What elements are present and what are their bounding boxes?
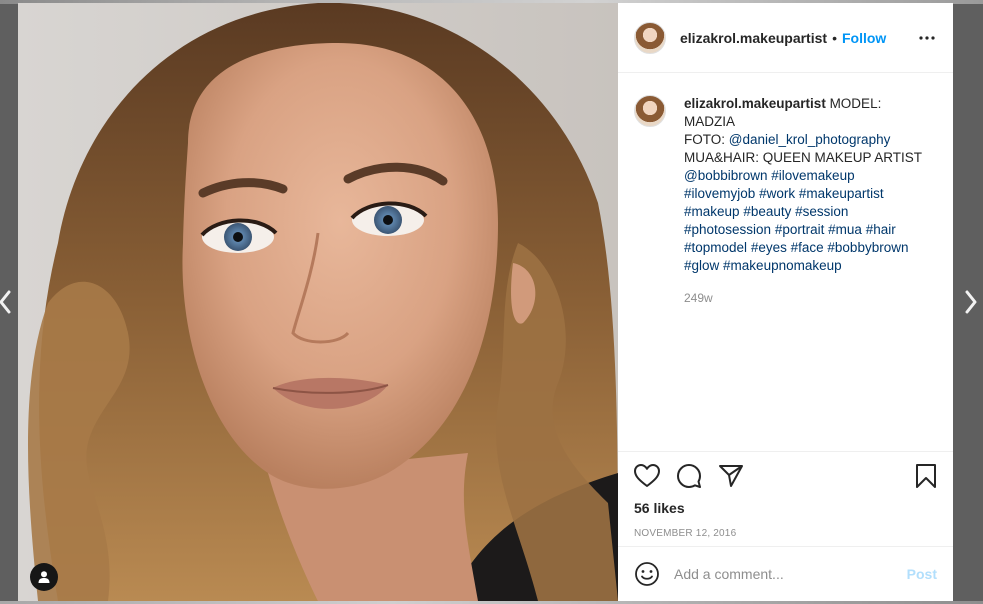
hashtag-link[interactable]: #glow xyxy=(684,258,719,273)
hashtag-link[interactable]: #photosession xyxy=(684,222,771,237)
hashtag-link[interactable]: #session xyxy=(795,204,848,219)
post-image[interactable] xyxy=(18,3,618,601)
hashtag-link[interactable]: #makeupnomakeup xyxy=(723,258,842,273)
caption-comment: elizakrol.makeupartist MODEL: MADZIA FOT… xyxy=(634,95,937,307)
next-post-arrow-icon[interactable] xyxy=(962,288,980,316)
hashtag-link[interactable]: #eyes xyxy=(751,240,787,255)
hashtag-link[interactable]: #ilovemyjob xyxy=(684,186,755,201)
more-horizontal-icon[interactable] xyxy=(917,26,937,50)
mua-line: MUA&HAIR: QUEEN MAKEUP ARTIST xyxy=(684,150,923,165)
hashtag-link[interactable]: #makeupartist xyxy=(799,186,884,201)
portrait-photo xyxy=(18,3,618,601)
foto-mention-link[interactable]: @daniel_krol_photography xyxy=(729,132,891,147)
post-comment-button[interactable]: Post xyxy=(907,566,937,582)
caption-username[interactable]: elizakrol.makeupartist xyxy=(684,96,826,111)
hashtag-link[interactable]: #topmodel xyxy=(684,240,747,255)
header-username[interactable]: elizakrol.makeupartist xyxy=(680,30,827,46)
post-header: elizakrol.makeupartist • Follow xyxy=(618,3,953,73)
previous-post-arrow-icon[interactable] xyxy=(0,288,14,316)
post-side-panel: elizakrol.makeupartist • Follow elizakro… xyxy=(618,3,953,601)
share-icon[interactable] xyxy=(718,464,744,488)
foto-label: FOTO: xyxy=(684,132,729,147)
hashtag-link[interactable]: #hair xyxy=(866,222,896,237)
hashtag-link[interactable]: #bobbybrown xyxy=(827,240,908,255)
hashtag-link[interactable]: #mua xyxy=(828,222,862,237)
emoji-icon[interactable] xyxy=(634,561,660,587)
hashtag-link[interactable]: #face xyxy=(791,240,824,255)
mention-link[interactable]: @bobbibrown xyxy=(684,168,768,183)
hashtag-link[interactable]: #beauty xyxy=(743,204,791,219)
hashtag-link[interactable]: #work xyxy=(759,186,795,201)
post-date[interactable]: NOVEMBER 12, 2016 xyxy=(634,528,937,539)
bookmark-icon[interactable] xyxy=(915,463,937,489)
caption-age[interactable]: 249w xyxy=(684,289,934,307)
post-actions: 56 likes NOVEMBER 12, 2016 xyxy=(618,451,953,546)
follow-button[interactable]: Follow xyxy=(842,30,886,46)
header-separator: • xyxy=(832,29,837,46)
caption-avatar[interactable] xyxy=(634,95,666,127)
heart-icon[interactable] xyxy=(634,464,660,488)
comment-input[interactable] xyxy=(674,566,907,582)
likes-count[interactable]: 56 likes xyxy=(634,500,937,516)
caption-area: elizakrol.makeupartist MODEL: MADZIA FOT… xyxy=(618,73,953,451)
hashtag-link[interactable]: #ilovemakeup xyxy=(771,168,854,183)
tagged-user-icon[interactable] xyxy=(30,563,58,591)
comment-bar: Post xyxy=(618,546,953,601)
action-icons xyxy=(634,462,937,490)
hashtag-link[interactable]: #makeup xyxy=(684,204,740,219)
caption-text: elizakrol.makeupartist MODEL: MADZIA FOT… xyxy=(684,95,934,307)
avatar[interactable] xyxy=(634,21,666,54)
hashtag-link[interactable]: #portrait xyxy=(775,222,825,237)
comment-icon[interactable] xyxy=(676,463,702,489)
